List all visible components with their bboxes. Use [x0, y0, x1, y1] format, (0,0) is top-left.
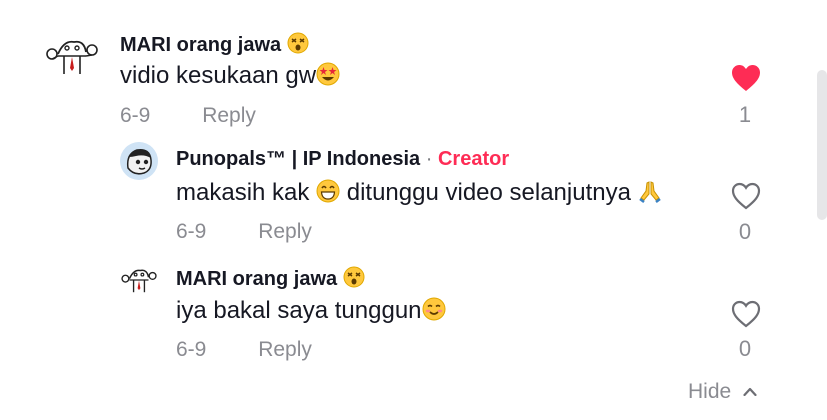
- heart-outline-icon: [731, 300, 761, 328]
- comment-text: vidio kesukaan gw: [120, 62, 340, 93]
- heart-filled-icon: [732, 65, 760, 91]
- doodle-figure-avatar-icon: [46, 40, 98, 74]
- reply-button[interactable]: Reply: [258, 220, 312, 243]
- like-count: 0: [738, 219, 752, 244]
- comment-text-content: vidio kesukaan gw: [120, 62, 317, 89]
- comment-date: 6-9: [176, 220, 207, 243]
- dizzy-face-icon: [343, 266, 365, 294]
- chevron-up-icon: [743, 378, 757, 402]
- reply-item: MARI orang jawa iya bakal saya tunggun 6…: [0, 250, 827, 370]
- like-button[interactable]: [726, 182, 766, 215]
- comment-date: 6-9: [176, 338, 207, 361]
- comment-meta: 6-9 Reply: [120, 104, 256, 128]
- comment-text-part: makasih kak: [176, 179, 310, 206]
- avatar[interactable]: [44, 34, 100, 78]
- comment-username[interactable]: MARI orang jawa: [120, 32, 309, 60]
- grinning-face-icon: [316, 179, 340, 210]
- reply-button[interactable]: Reply: [202, 104, 256, 127]
- hide-replies-button[interactable]: Hide: [688, 378, 757, 404]
- folded-hands-icon: [638, 179, 662, 210]
- like-button[interactable]: [726, 64, 766, 97]
- comment-meta: 6-9 Reply: [176, 220, 312, 244]
- comment-username[interactable]: MARI orang jawa: [176, 266, 365, 294]
- comment-text: iya bakal saya tunggun: [176, 297, 446, 328]
- comment-meta: 6-9 Reply: [176, 338, 312, 362]
- comment-text-content: iya bakal saya tunggun: [176, 297, 422, 324]
- comment-text-part: ditunggu video selanjutnya: [346, 179, 631, 206]
- heart-outline-icon: [731, 182, 761, 210]
- smiling-face-icon: [422, 297, 446, 328]
- comment-item: MARI orang jawa vidio kesukaan gw 6-9 Re…: [0, 0, 827, 130]
- reply-item: Punopals™ | IP Indonesia · Creator makas…: [0, 130, 827, 250]
- like-count: 0: [738, 336, 752, 361]
- comment-thread: MARI orang jawa vidio kesukaan gw 6-9 Re…: [0, 0, 827, 420]
- comment-text: makasih kak ditunggu video selanjutnya: [176, 179, 662, 210]
- username-separator: ·: [425, 148, 433, 170]
- username-text: MARI orang jawa: [120, 34, 282, 56]
- scrollbar[interactable]: [817, 70, 827, 220]
- dizzy-face-icon: [287, 32, 309, 60]
- star-struck-icon: [316, 62, 340, 93]
- avatar[interactable]: [120, 264, 158, 296]
- username-text: MARI orang jawa: [176, 268, 338, 290]
- avatar[interactable]: [120, 142, 158, 180]
- like-count: 1: [738, 102, 752, 127]
- creator-badge: Creator: [437, 148, 510, 170]
- hide-label: Hide: [688, 380, 732, 403]
- doodle-figure-avatar-icon: [121, 269, 157, 293]
- cartoon-character-avatar-icon: [120, 142, 158, 180]
- comment-username[interactable]: Punopals™ | IP Indonesia · Creator: [176, 148, 509, 171]
- username-text: Punopals™ | IP Indonesia: [176, 148, 421, 170]
- reply-button[interactable]: Reply: [258, 338, 312, 361]
- like-button[interactable]: [726, 300, 766, 333]
- comment-date: 6-9: [120, 104, 151, 127]
